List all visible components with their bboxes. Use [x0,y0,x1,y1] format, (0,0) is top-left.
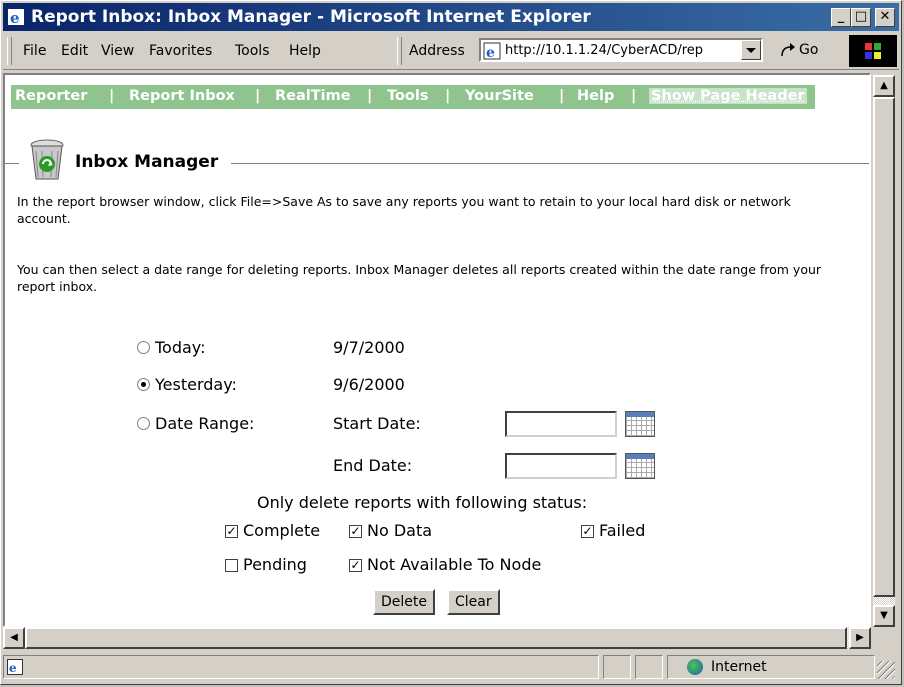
status-bar: e Internet [3,653,899,683]
address-grip[interactable] [397,37,402,65]
page-viewport: Reporter | Report Inbox | RealTime | Too… [3,73,871,627]
go-button[interactable]: Go [799,42,818,58]
address-dropdown-button[interactable] [741,40,761,60]
nav-link-realtime[interactable]: RealTime [275,88,351,104]
checkbox-not-available[interactable]: ✓ [349,559,362,572]
checkbox-no-data[interactable]: ✓ [349,525,362,538]
vertical-scrollbar[interactable]: ▲ ▼ [873,75,895,627]
scroll-left-button[interactable]: ◀ [3,627,25,649]
site-nav-bar: Reporter | Report Inbox | RealTime | Too… [11,85,815,109]
calendar-icon[interactable] [625,411,655,437]
complete-label: Complete [243,521,321,540]
menu-help[interactable]: Help [289,43,321,59]
today-label: Today: [155,338,206,357]
yesterday-date-value: 9/6/2000 [333,375,405,394]
start-date-input[interactable] [505,411,617,437]
nav-link-help[interactable]: Help [577,88,614,104]
windows-logo-icon [849,35,897,67]
resize-grip-icon[interactable] [877,661,895,679]
recycle-bin-icon [30,139,64,180]
instruction-paragraph: In the report browser window, click File… [17,194,791,226]
checkbox-complete[interactable]: ✓ [225,525,238,538]
scroll-up-button[interactable]: ▲ [873,75,895,97]
scroll-down-button[interactable]: ▼ [873,605,895,627]
window-title: Report Inbox: Inbox Manager - Microsoft … [31,7,591,27]
clear-button[interactable]: Clear [447,589,500,615]
end-date-input[interactable] [505,453,617,479]
nav-separator: | [445,88,451,104]
ie-logo-icon: e [8,9,24,26]
show-page-header-link[interactable]: Show Page Header [649,88,807,104]
pending-label: Pending [243,555,307,574]
end-date-label: End Date: [333,456,413,475]
nav-link-report-inbox[interactable]: Report Inbox [129,88,235,104]
title-bar[interactable]: e Report Inbox: Inbox Manager - Microsof… [3,3,899,31]
menu-tools[interactable]: Tools [235,43,270,59]
yesterday-label: Yesterday: [155,375,237,394]
svg-text:e: e [486,45,495,60]
minimize-button[interactable]: _ [831,8,851,27]
vertical-scroll-thumb[interactable] [873,97,895,597]
internet-zone-icon [687,659,703,675]
nav-separator: | [559,88,565,104]
checkbox-pending[interactable] [225,559,238,572]
svg-text:e: e [10,9,20,26]
status-pane [635,655,663,679]
radio-yesterday[interactable] [137,378,150,391]
toolbar-grip[interactable] [7,37,12,65]
nav-separator: | [109,88,115,104]
close-button[interactable]: ✕ [875,8,895,27]
svg-text:e: e [9,661,17,675]
page-status-icon: e [7,659,23,675]
nav-link-reporter[interactable]: Reporter [15,88,87,104]
zone-label: Internet [711,659,767,675]
nav-separator: | [255,88,261,104]
chevron-down-icon [746,48,756,53]
menu-view[interactable]: View [101,43,134,59]
go-arrow-icon[interactable] [779,43,797,59]
page-title: Inbox Manager [75,152,219,172]
horizontal-scrollbar[interactable]: ◀ ▶ [3,627,871,649]
page-icon: e [483,42,501,60]
nav-separator: | [631,88,637,104]
status-pane-main: e [3,655,599,679]
maximize-button[interactable]: □ [851,8,871,27]
failed-label: Failed [599,521,646,540]
start-date-label: Start Date: [333,414,421,433]
menu-edit[interactable]: Edit [61,43,88,59]
nav-separator: | [367,88,373,104]
nav-link-yoursite[interactable]: YourSite [465,88,534,104]
browser-window: e Report Inbox: Inbox Manager - Microsof… [0,0,902,685]
date-range-label: Date Range: [155,414,255,433]
status-heading: Only delete reports with following statu… [257,493,588,512]
menu-favorites[interactable]: Favorites [149,43,212,59]
calendar-icon[interactable] [625,453,655,479]
nav-link-tools[interactable]: Tools [387,88,429,104]
section-divider-left [5,163,19,164]
address-label: Address [409,43,465,59]
status-pane [603,655,631,679]
no-data-label: No Data [367,521,433,540]
description-paragraph: You can then select a date range for del… [17,262,822,294]
checkbox-failed[interactable]: ✓ [581,525,594,538]
address-field[interactable]: e http://10.1.1.24/CyberACD/rep [479,38,763,62]
section-divider-right [231,163,869,164]
horizontal-scroll-thumb[interactable] [25,627,847,649]
today-date-value: 9/7/2000 [333,338,405,357]
menu-file[interactable]: File [23,43,46,59]
address-url: http://10.1.1.24/CyberACD/rep [505,43,704,58]
not-available-label: Not Available To Node [367,555,542,574]
menu-bar: File Edit View Favorites Tools Help Addr… [3,33,899,70]
scroll-right-button[interactable]: ▶ [849,627,871,649]
radio-today[interactable] [137,341,150,354]
radio-date-range[interactable] [137,417,150,430]
delete-button[interactable]: Delete [373,589,435,615]
